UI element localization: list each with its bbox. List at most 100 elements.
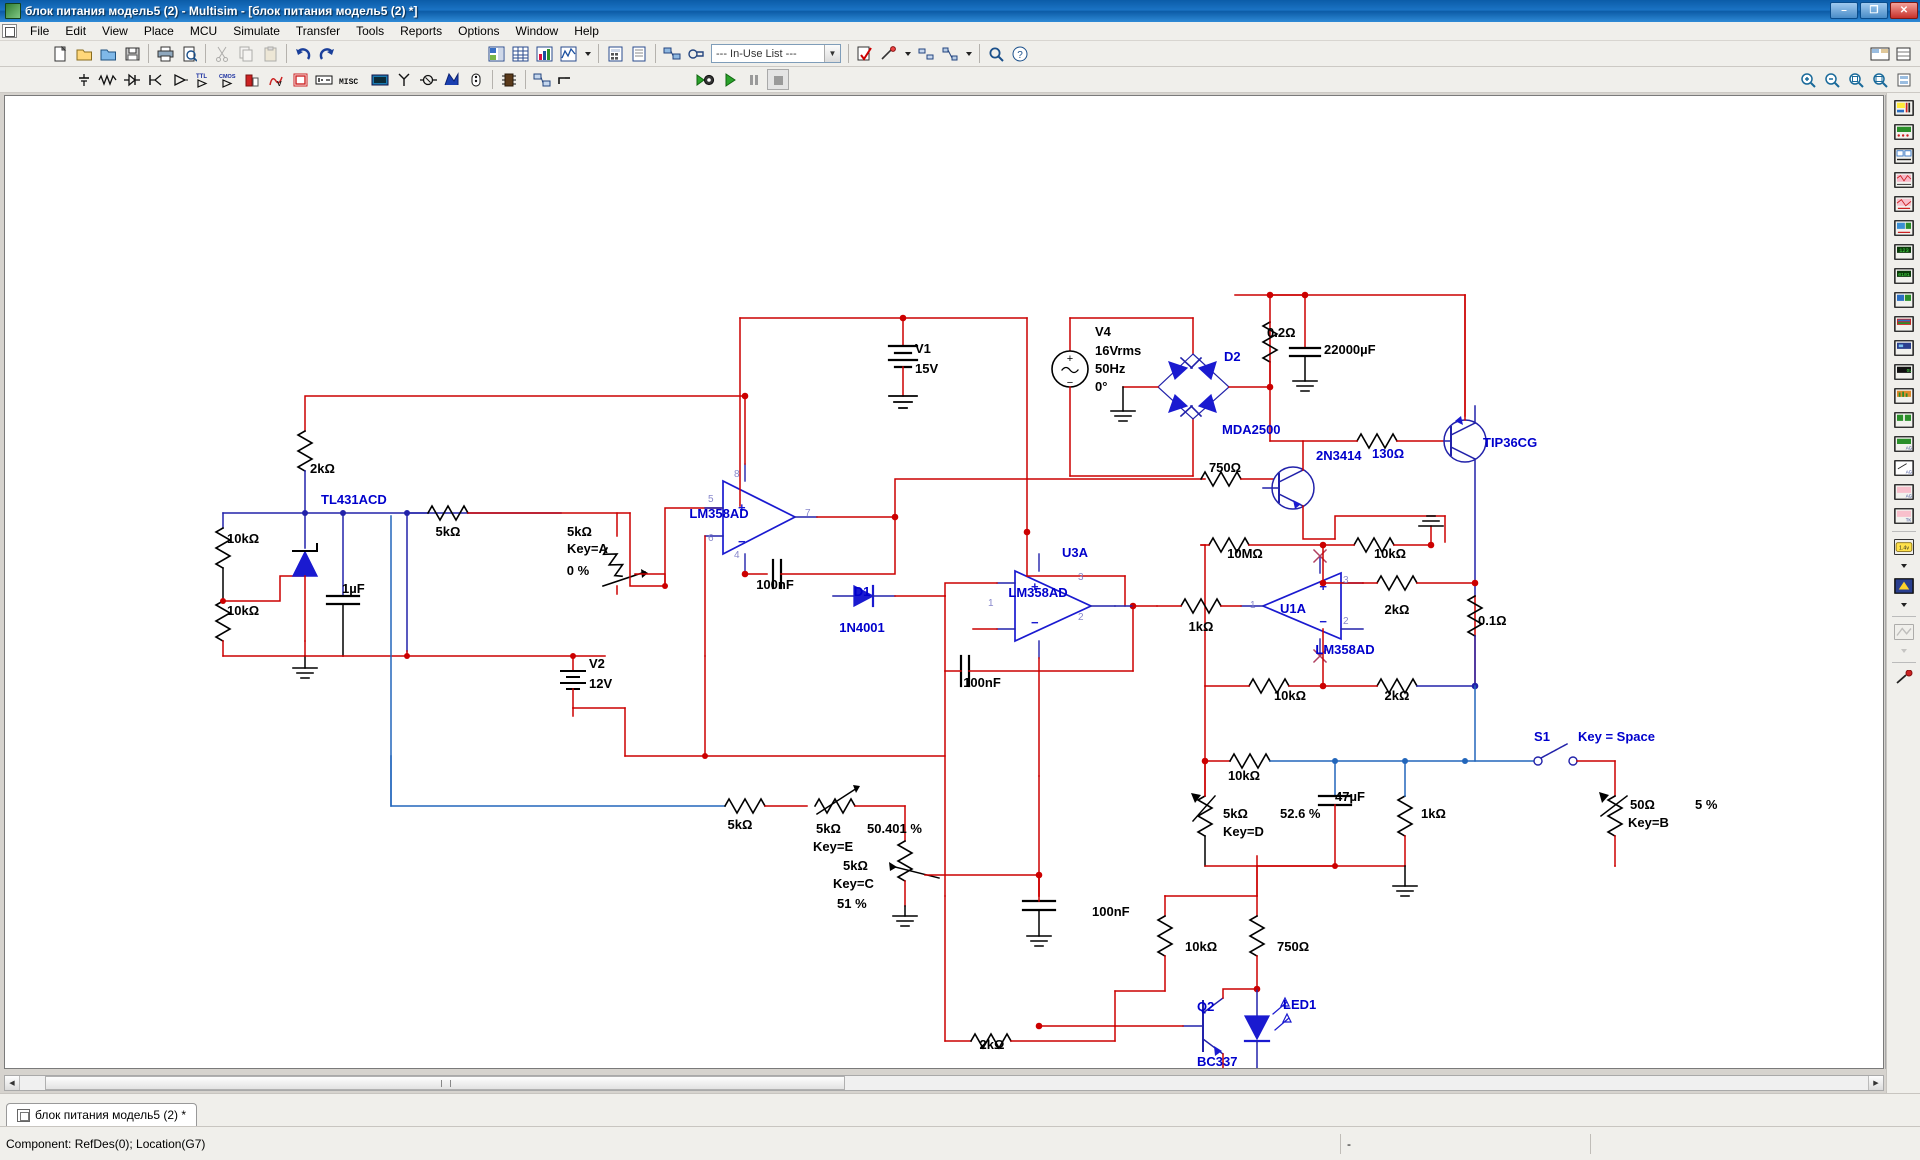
in-use-list-dropdown[interactable]: --- In-Use List --- ▼ [711, 44, 841, 63]
undo-button[interactable] [292, 43, 314, 64]
schematic-label-c-1uf[interactable]: 1µF [342, 581, 365, 596]
schematic-canvas[interactable]: + − [5, 96, 1883, 1068]
bus-vector-button[interactable] [939, 43, 961, 64]
schematic-label-pot-5kC-val[interactable]: 5kΩ [843, 858, 868, 873]
schematic-label-r-10k-a[interactable]: 10kΩ [227, 531, 259, 546]
close-button[interactable]: ✕ [1890, 2, 1918, 19]
show-postprocessor-button[interactable] [604, 43, 626, 64]
horizontal-scroll-thumb[interactable] [45, 1076, 845, 1090]
schematic-label-pot-5kA-val[interactable]: 5kΩ [567, 524, 592, 539]
schematic-label-r-2k-u1-top[interactable]: 2kΩ [1385, 602, 1410, 617]
schematic-label-u1a-part[interactable]: LM358AD [1315, 642, 1374, 657]
oscilloscope-instrument-icon[interactable] [1891, 168, 1917, 191]
paste-button[interactable] [259, 43, 281, 64]
probe-dropdown-arrow-icon[interactable] [902, 43, 913, 64]
schematic-label-r-5k-a[interactable]: 5kΩ [436, 524, 461, 539]
canvas-horizontal-scrollbar[interactable]: ◀ ▶ [4, 1075, 1884, 1091]
menu-item-mcu[interactable]: MCU [182, 22, 225, 40]
place-probe-button[interactable] [878, 43, 900, 64]
schematic-label-pot-5kC-pct[interactable]: 51 % [837, 896, 867, 911]
save-file-button[interactable] [121, 43, 143, 64]
bus-dropdown-arrow-icon[interactable] [963, 43, 974, 64]
show-footprint-button[interactable] [685, 43, 707, 64]
schematic-label-r-130[interactable]: 130Ω [1372, 446, 1404, 461]
place-mixed-button[interactable]: V [265, 69, 287, 90]
schematic-label-r-10k-q2[interactable]: 10kΩ [1185, 939, 1217, 954]
schematic-label-u3a-ref[interactable]: U3A [1062, 545, 1089, 560]
schematic-label-r-10k-b[interactable]: 10kΩ [227, 603, 259, 618]
scroll-left-icon[interactable]: ◀ [5, 1076, 20, 1090]
schematic-label-r-1k-u3[interactable]: 1kΩ [1189, 619, 1214, 634]
schematic-label-q2-part[interactable]: BC337 [1197, 1054, 1237, 1069]
place-peripherals-button[interactable] [369, 69, 391, 90]
menu-item-options[interactable]: Options [450, 22, 507, 40]
schematic-label-r-2k-bot[interactable]: 2kΩ [980, 1037, 1005, 1052]
schematic-label-r-10k-u1-bot[interactable]: 10kΩ [1274, 688, 1306, 703]
place-electromechanical-button[interactable] [417, 69, 439, 90]
zoom-selection-button[interactable] [1893, 69, 1915, 90]
schematic-label-pot-5kE-val[interactable]: 5kΩ [816, 821, 841, 836]
menu-item-window[interactable]: Window [508, 22, 567, 40]
schematic-label-pot-5kC-key[interactable]: Key=C [833, 876, 874, 891]
schematic-label-u2-lm358[interactable]: LM358AD [689, 506, 748, 521]
pause-simulation-button[interactable] [743, 69, 765, 90]
schematic-label-pot-5kE-pct[interactable]: 50.401 % [867, 821, 922, 836]
logic-converter-instrument-icon[interactable] [1891, 288, 1917, 311]
schematic-label-c-100nf-c[interactable]: 100nF [1092, 904, 1130, 919]
erc-check-button[interactable] [854, 43, 876, 64]
schematic-label-d1-part[interactable]: 1N4001 [839, 620, 885, 635]
schematic-label-q-tip36cg[interactable]: TIP36CG [1483, 435, 1537, 450]
schematic-label-r-10k-top[interactable]: 10kΩ [1374, 546, 1406, 561]
function-generator-instrument-icon[interactable] [1891, 120, 1917, 143]
schematic-label-c-100nf-b[interactable]: 100nF [963, 675, 1001, 690]
show-design-toolbox-button[interactable] [486, 43, 508, 64]
show-grapher-button[interactable] [558, 43, 580, 64]
place-transistor-button[interactable] [145, 69, 167, 90]
schematic-label-r-2k-left[interactable]: 2kΩ [310, 461, 335, 476]
schematic-label-pot-50B-key[interactable]: Key=B [1628, 815, 1669, 830]
agilent-multimeter-instrument-icon[interactable]: AG [1891, 456, 1917, 479]
minimize-button[interactable]: – [1830, 2, 1858, 19]
place-misc-button[interactable]: MISC [337, 69, 367, 90]
show-spreadsheet-view-button[interactable] [510, 43, 532, 64]
place-bus-line-button[interactable] [555, 69, 577, 90]
schematic-label-q-2n3414[interactable]: 2N3414 [1316, 448, 1362, 463]
place-mcu-button[interactable] [498, 69, 520, 90]
probe-dropdown-icon[interactable] [1891, 559, 1917, 573]
ic-analyzer-instrument-icon[interactable] [1891, 336, 1917, 359]
place-rf-button[interactable] [393, 69, 415, 90]
schematic-label-v2-val[interactable]: 12V [589, 676, 612, 691]
ni-instrument-icon[interactable] [1891, 620, 1917, 643]
schematic-label-v2-ref[interactable]: V2 [589, 656, 605, 671]
spectrum-analyzer-instrument-icon[interactable] [1891, 384, 1917, 407]
schematic-label-c-100nf-a[interactable]: 100nF [756, 577, 794, 592]
place-bus-button[interactable] [915, 43, 937, 64]
schematic-label-u1a-ref[interactable]: U1A [1280, 601, 1307, 616]
search-component-button[interactable] [985, 43, 1007, 64]
schematic-label-d1-ref[interactable]: D1 [854, 584, 871, 599]
schematic-label-u3a-part[interactable]: LM358AD [1008, 585, 1067, 600]
open-sample-button[interactable] [97, 43, 119, 64]
zoom-fit-button[interactable] [1869, 69, 1891, 90]
multimeter-instrument-icon[interactable] [1891, 96, 1917, 119]
menu-item-tools[interactable]: Tools [348, 22, 392, 40]
print-preview-button[interactable] [178, 43, 200, 64]
frequency-counter-instrument-icon[interactable]: 123 [1891, 240, 1917, 263]
schematic-label-pot-50B-val[interactable]: 50Ω [1630, 797, 1655, 812]
schematic-label-c-22000uf[interactable]: 22000µF [1324, 342, 1376, 357]
schematic-label-s1-key[interactable]: Key = Space [1578, 729, 1655, 744]
menu-item-edit[interactable]: Edit [57, 22, 94, 40]
place-analog-button[interactable] [169, 69, 191, 90]
open-file-button[interactable] [73, 43, 95, 64]
place-cmos-button[interactable]: CMOS [217, 69, 239, 90]
schematic-label-c-47uf[interactable]: 47µF [1335, 789, 1365, 804]
distortion-analyzer-instrument-icon[interactable]: OL [1891, 360, 1917, 383]
schematic-label-pot-50B-pct[interactable]: 5 % [1695, 797, 1718, 812]
layer-settings-button[interactable] [1893, 43, 1915, 64]
place-misc-digital-button[interactable] [241, 69, 263, 90]
zoom-out-button[interactable] [1821, 69, 1843, 90]
schematic-label-cap-47-pct[interactable]: 52.6 % [1280, 806, 1321, 821]
schematic-label-r-5k-bot[interactable]: 5kΩ [728, 817, 753, 832]
run-interactive-simulation-button[interactable] [695, 69, 717, 90]
current-probe-instrument-icon[interactable] [1891, 666, 1917, 689]
